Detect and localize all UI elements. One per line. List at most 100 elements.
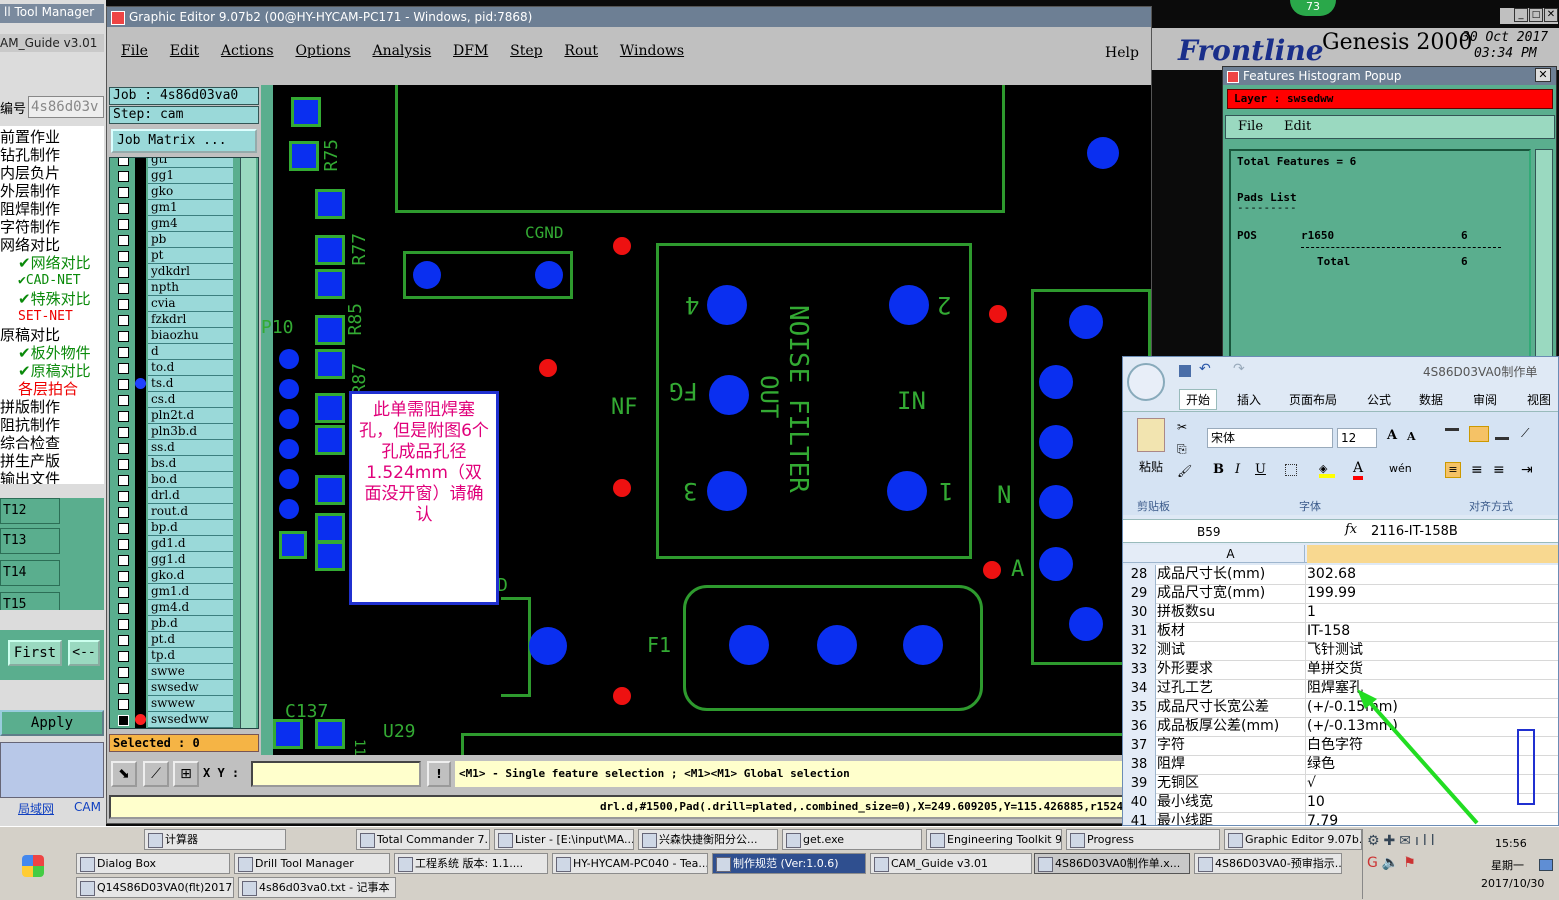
layer-checkbox[interactable] xyxy=(118,315,129,326)
indent-icon[interactable]: ⇥ xyxy=(1521,462,1533,478)
layer-name[interactable]: pb xyxy=(148,232,233,248)
phonetic-icon[interactable]: wén xyxy=(1389,462,1412,475)
paste-label[interactable]: 粘贴 xyxy=(1139,458,1163,475)
layer-name[interactable]: to.d xyxy=(148,360,233,376)
layer-row[interactable]: fzkdrl xyxy=(112,312,233,328)
office-button[interactable] xyxy=(1127,363,1165,401)
cell-b[interactable]: 302.68 xyxy=(1307,565,1557,584)
tab-data[interactable]: 数据 xyxy=(1419,391,1443,408)
underline-icon[interactable]: U xyxy=(1255,462,1266,477)
taskbar-button[interactable]: Progress xyxy=(1066,829,1220,850)
layer-row[interactable]: ts.d xyxy=(112,376,233,392)
layer-checkbox[interactable] xyxy=(118,667,129,678)
format-painter-icon[interactable]: 🖌 xyxy=(1177,464,1192,478)
layer-row[interactable]: swsedw xyxy=(112,680,233,696)
taskbar-button[interactable]: 计算器 xyxy=(144,829,286,850)
layer-row[interactable]: gm1 xyxy=(112,200,233,216)
layer-checkbox[interactable] xyxy=(118,235,129,246)
layer-checkbox[interactable] xyxy=(118,539,129,550)
align-left-icon[interactable]: ≡ xyxy=(1445,462,1461,478)
layer-name[interactable]: gm4.d xyxy=(148,600,233,616)
layer-checkbox[interactable] xyxy=(118,603,129,614)
layer-checkbox[interactable] xyxy=(118,507,129,518)
job-field[interactable]: 4s86d03v xyxy=(28,96,104,118)
layer-checkbox[interactable] xyxy=(118,251,129,262)
layer-name[interactable]: gm4 xyxy=(148,216,233,232)
layer-name[interactable]: gko xyxy=(148,184,233,200)
tree-item-pre[interactable]: 前置作业 xyxy=(0,128,60,146)
clock-date[interactable]: 2017/10/30 xyxy=(1481,877,1544,890)
layer-affected-marker[interactable] xyxy=(135,184,146,200)
layer-checkbox[interactable] xyxy=(118,475,129,486)
layer-row[interactable]: gko.d xyxy=(112,568,233,584)
layer-checkbox[interactable] xyxy=(118,299,129,310)
tab-formula[interactable]: 公式 xyxy=(1367,391,1391,408)
layer-row[interactable]: gko xyxy=(112,184,233,200)
layer-checkbox[interactable] xyxy=(118,555,129,566)
layer-affected-marker[interactable] xyxy=(135,232,146,248)
layer-name[interactable]: swwe xyxy=(148,664,233,680)
cell-b[interactable]: IT-158 xyxy=(1307,622,1557,641)
taskbar-button[interactable]: 4s86d03va0.txt - 记事本 xyxy=(238,877,396,898)
layer-name[interactable]: gd1.d xyxy=(148,536,233,552)
layer-row[interactable]: swwew xyxy=(112,696,233,712)
grid-tool-icon[interactable]: ⊞ xyxy=(173,761,199,787)
menu-rout[interactable]: Rout xyxy=(564,43,598,59)
cell-b[interactable]: 飞针测试 xyxy=(1307,641,1557,660)
menu-options[interactable]: Options xyxy=(295,43,350,59)
cell-a[interactable]: 成品尺寸长(mm) xyxy=(1157,565,1306,584)
layer-row[interactable]: gg1 xyxy=(112,168,233,184)
tree-item-production[interactable]: 拼生产版 xyxy=(0,452,60,470)
layer-checkbox[interactable] xyxy=(118,683,129,694)
layer-affected-marker[interactable] xyxy=(135,696,146,712)
row-number[interactable]: 28 xyxy=(1123,565,1156,584)
histogram-close-icon[interactable]: ✕ xyxy=(1535,68,1551,82)
show-desktop-icon[interactable] xyxy=(1539,859,1553,871)
row-number[interactable]: 33 xyxy=(1123,660,1156,679)
paste-icon[interactable] xyxy=(1137,418,1165,452)
layer-name[interactable]: bp.d xyxy=(148,520,233,536)
minimize-icon[interactable]: _ xyxy=(1514,8,1528,22)
bold-icon[interactable]: B xyxy=(1213,462,1224,477)
layer-checkbox[interactable] xyxy=(118,267,129,278)
tree-item-outer[interactable]: 外层制作 xyxy=(0,182,60,200)
xy-input[interactable] xyxy=(251,761,421,787)
layer-affected-marker[interactable] xyxy=(135,472,146,488)
cell-b[interactable]: 1 xyxy=(1307,603,1557,622)
layer-affected-marker[interactable] xyxy=(135,632,146,648)
row-number[interactable]: 32 xyxy=(1123,641,1156,660)
layer-affected-marker[interactable] xyxy=(135,536,146,552)
layer-checkbox[interactable] xyxy=(118,699,129,710)
formula-input[interactable]: 2116-IT-158B xyxy=(1371,522,1557,542)
cell-b[interactable]: 199.99 xyxy=(1307,584,1557,603)
layer-checkbox[interactable] xyxy=(118,427,129,438)
row-number[interactable]: 39 xyxy=(1123,774,1156,793)
layer-row[interactable]: tp.d xyxy=(112,648,233,664)
border-icon[interactable] xyxy=(1285,464,1297,476)
layer-row[interactable]: pb.d xyxy=(112,616,233,632)
layer-checkbox[interactable] xyxy=(118,187,129,198)
layer-row[interactable]: d xyxy=(112,344,233,360)
layer-affected-marker[interactable] xyxy=(135,552,146,568)
layer-affected-marker[interactable] xyxy=(135,568,146,584)
tree-item-layers[interactable]: 各层拍合 xyxy=(18,380,78,398)
maximize-icon[interactable]: □ xyxy=(1529,8,1543,22)
bottom-tab-cam[interactable]: CAM xyxy=(74,800,101,814)
tab-home[interactable]: 开始 xyxy=(1179,389,1218,410)
layer-scrollbar[interactable] xyxy=(240,158,256,728)
table-row[interactable]: T13 xyxy=(0,528,60,554)
tree-item-inner[interactable]: 内层负片 xyxy=(0,164,60,182)
layer-name[interactable]: pln3b.d xyxy=(148,424,233,440)
layer-name[interactable]: fzkdrl xyxy=(148,312,233,328)
layer-row[interactable]: cvia xyxy=(112,296,233,312)
font-color-icon[interactable]: A xyxy=(1353,460,1364,480)
cell-a[interactable]: 无铜区 xyxy=(1157,774,1306,793)
row-number[interactable]: 35 xyxy=(1123,698,1156,717)
layer-checkbox[interactable] xyxy=(118,715,129,726)
layer-checkbox[interactable] xyxy=(118,379,129,390)
layer-checkbox[interactable] xyxy=(118,363,129,374)
layer-affected-marker[interactable] xyxy=(135,664,146,680)
layer-affected-marker[interactable] xyxy=(135,216,146,232)
layer-name[interactable]: cs.d xyxy=(148,392,233,408)
menu-step[interactable]: Step xyxy=(510,43,542,59)
